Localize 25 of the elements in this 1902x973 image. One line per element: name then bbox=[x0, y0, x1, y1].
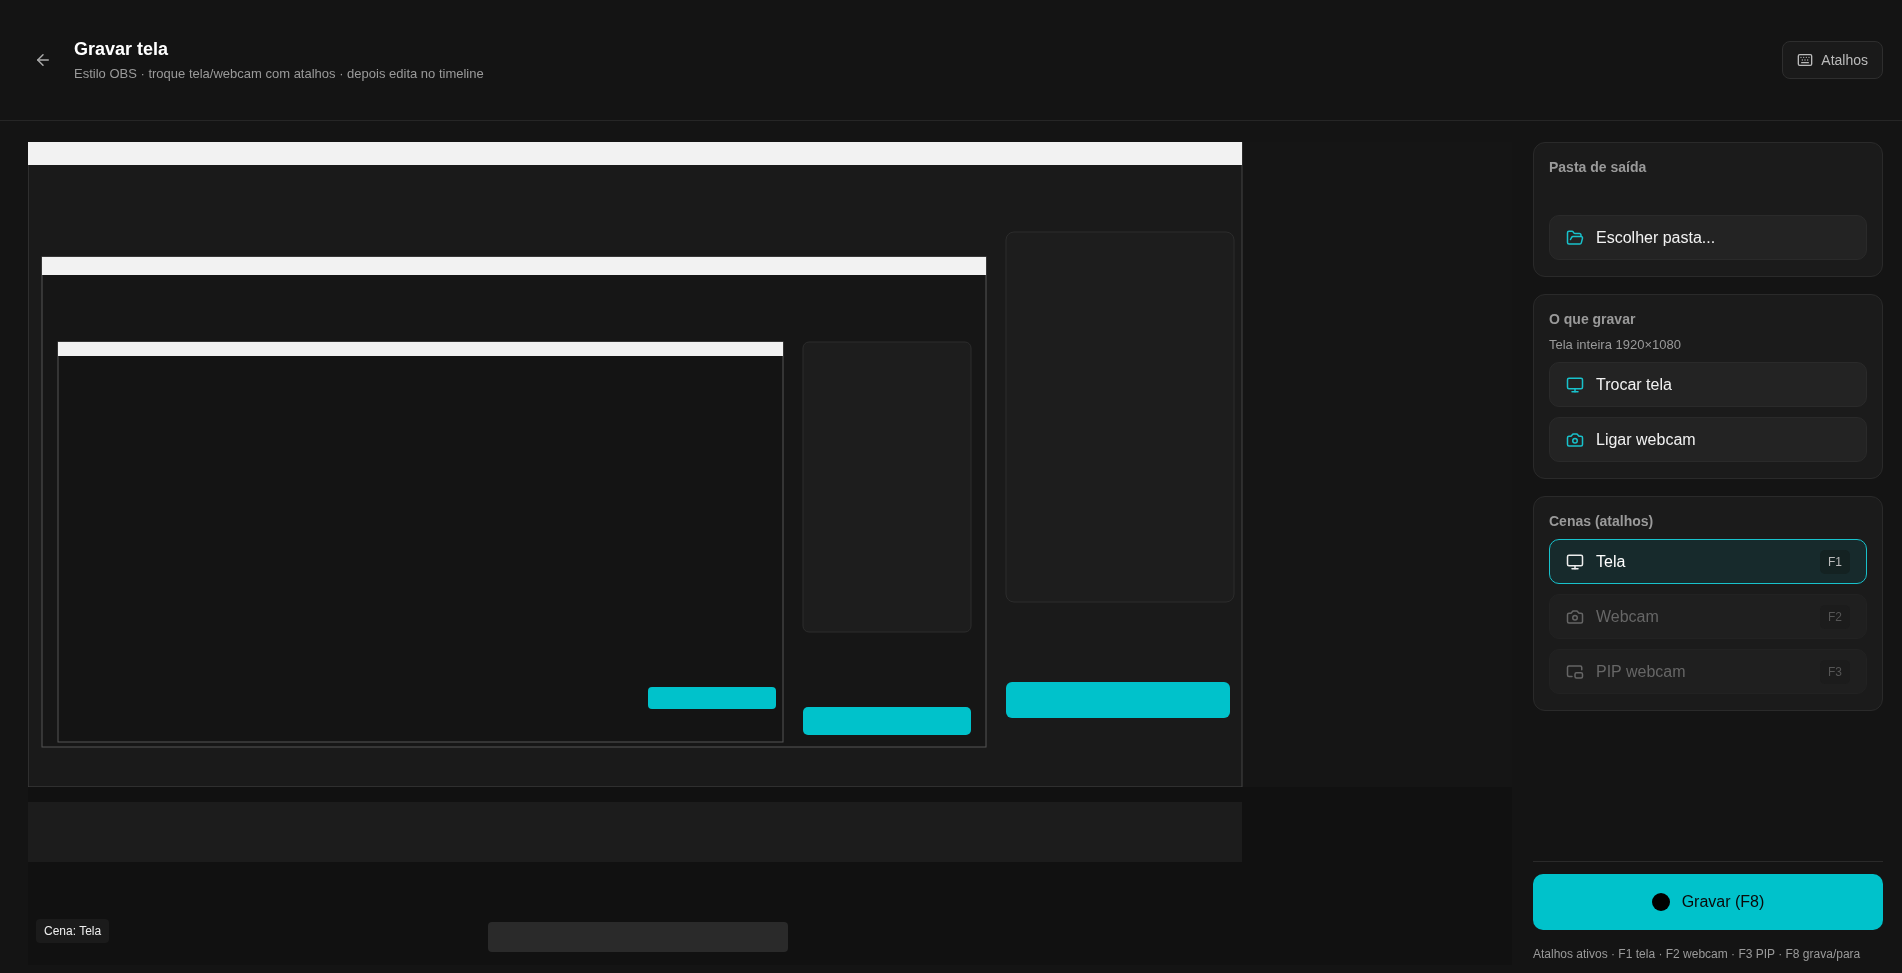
source-button[interactable]: Ligar webcam bbox=[1549, 417, 1867, 462]
choose-folder-button[interactable]: Escolher pasta... bbox=[1549, 215, 1867, 260]
page-subtitle: Estilo OBS · troque tela/webcam com atalhos · depois edita no timeline bbox=[74, 66, 485, 81]
camera-icon bbox=[1566, 607, 1584, 626]
picture-in-picture-icon bbox=[1566, 662, 1584, 681]
record-dot-icon bbox=[1651, 893, 1670, 911]
shortcuts-hint: Atalhos ativos · F1 tela · F2 webcam · F3 PIP · F8 grava/para bbox=[1533, 947, 1862, 961]
monitor-icon bbox=[1566, 375, 1584, 394]
shortcut-key: F3 bbox=[1820, 659, 1850, 684]
source-button[interactable]: Trocar tela bbox=[1549, 362, 1867, 407]
monitor-icon bbox=[1566, 552, 1584, 571]
card-title: Cenas (atalhos) bbox=[1549, 513, 1655, 529]
shortcut-key: F1 bbox=[1820, 549, 1850, 574]
page-title: Gravar tela bbox=[74, 39, 170, 60]
scene-badge: Cena: Tela bbox=[36, 919, 110, 943]
folder-icon bbox=[1566, 228, 1584, 247]
shortcuts-button[interactable]: Atalhos bbox=[1782, 41, 1883, 79]
scene-button[interactable]: Tela F1 bbox=[1549, 539, 1867, 584]
source-info: Tela inteira 1920×1080 bbox=[1549, 337, 1682, 352]
card-title: Pasta de saída bbox=[1549, 159, 1648, 175]
card-title: O que gravar bbox=[1549, 311, 1637, 327]
shortcut-key: F2 bbox=[1820, 604, 1850, 629]
record-button[interactable]: Gravar (F8) bbox=[1533, 874, 1883, 930]
camera-icon bbox=[1566, 430, 1584, 449]
keyboard-icon bbox=[1797, 52, 1814, 68]
